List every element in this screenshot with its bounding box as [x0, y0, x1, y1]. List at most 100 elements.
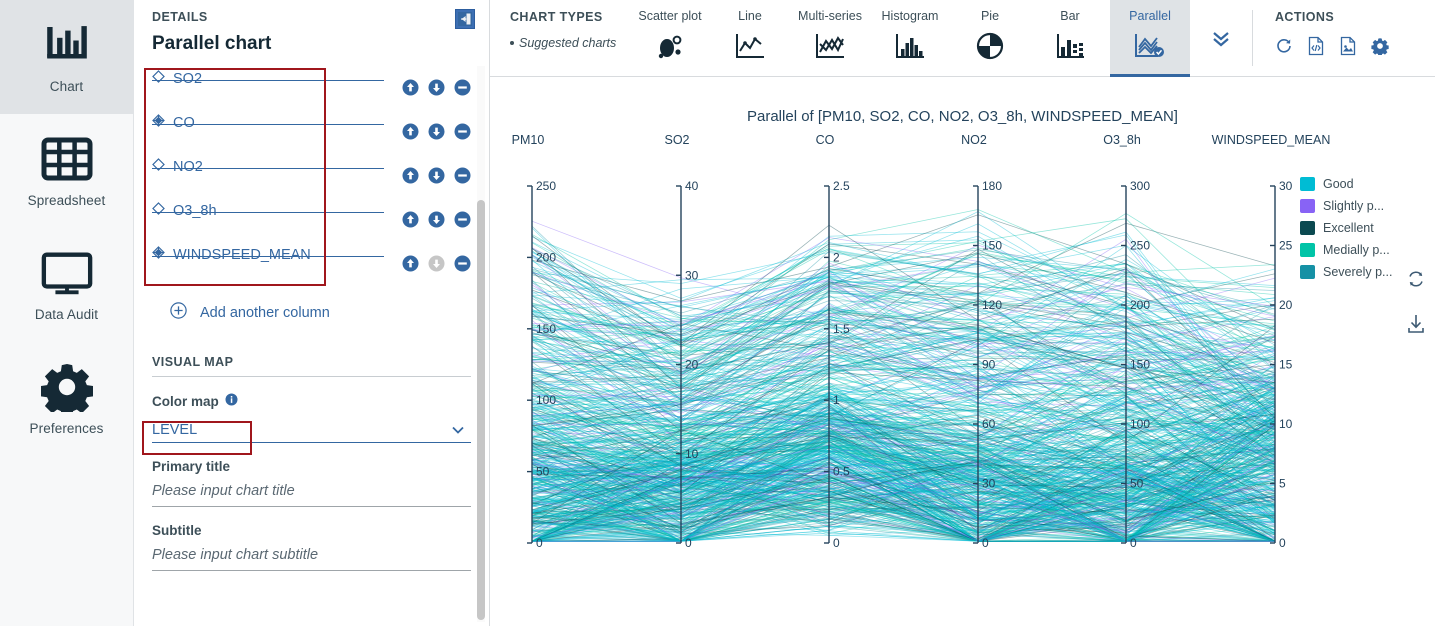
chart-type-label: Line	[738, 9, 762, 23]
field-underline	[152, 124, 384, 125]
remove-icon[interactable]	[454, 211, 471, 228]
move-up-icon[interactable]	[402, 123, 419, 140]
primary-title-input[interactable]	[152, 480, 471, 507]
data-line	[531, 223, 1276, 326]
diamond-filled-icon	[152, 246, 165, 264]
legend-item[interactable]: Medially p...	[1300, 243, 1390, 257]
parallel-coordinates-plot[interactable]: PM10050100150200250SO2010203040CO00.511.…	[490, 78, 1435, 626]
add-another-column-button[interactable]: Add another column	[170, 302, 471, 323]
column-name: NO2	[173, 159, 203, 175]
chart-type-line[interactable]: Line	[710, 0, 790, 76]
actions-icon-row	[1275, 36, 1435, 61]
chart-canvas[interactable]: Parallel of [PM10, SO2, CO, NO2, O3_8h, …	[490, 78, 1435, 626]
details-header: DETAILS Parallel chart	[134, 0, 489, 66]
reset-zoom-icon[interactable]	[1405, 268, 1427, 295]
axis-tick-label: 15	[1279, 358, 1293, 372]
image-export-icon[interactable]	[1339, 36, 1357, 61]
move-down-icon[interactable]	[428, 79, 445, 96]
axis-name-label: O3_8h	[1103, 133, 1141, 147]
primary-title-label: Primary title	[152, 459, 231, 474]
sidebar-item-chart[interactable]: Chart	[0, 0, 133, 114]
sidebar-item-data-audit[interactable]: Data Audit	[0, 228, 133, 342]
column-field[interactable]: WINDSPEED_MEAN	[152, 242, 384, 264]
axis-tick-label: 30	[1279, 179, 1293, 193]
sidebar-item-preferences[interactable]: Preferences	[0, 342, 133, 456]
axis-tick-label: 30	[685, 268, 699, 282]
move-up-icon[interactable]	[402, 79, 419, 96]
axis-name-label: PM10	[512, 133, 545, 147]
column-field[interactable]: SO2	[152, 66, 384, 88]
add-another-column-label: Add another column	[200, 304, 330, 321]
move-up-icon[interactable]	[402, 211, 419, 228]
color-map-label-row: Color map	[152, 393, 471, 409]
column-name: CO	[173, 115, 195, 131]
chart-type-list: Scatter plot Line Multi-series Histogram…	[630, 0, 1190, 77]
column-row-o3-8h: O3_8h	[152, 198, 471, 242]
column-field[interactable]: CO	[152, 110, 384, 132]
details-scrollbar-thumb[interactable]	[477, 200, 485, 620]
axis-tick-label: 50	[536, 465, 550, 479]
refresh-icon[interactable]	[1275, 37, 1293, 60]
legend-swatch	[1300, 177, 1315, 191]
legend-item[interactable]: Severely p...	[1300, 265, 1392, 279]
column-row-co: CO	[152, 110, 471, 154]
legend-item[interactable]: Slightly p...	[1300, 199, 1384, 213]
remove-icon[interactable]	[454, 123, 471, 140]
chart-type-pie[interactable]: Pie	[950, 0, 1030, 76]
code-export-icon[interactable]	[1307, 36, 1325, 61]
move-down-icon[interactable]	[428, 211, 445, 228]
move-up-icon[interactable]	[402, 167, 419, 184]
chevron-double-down-icon[interactable]	[1190, 0, 1252, 76]
column-name: SO2	[173, 71, 203, 87]
subtitle-input[interactable]	[152, 544, 471, 571]
details-kicker: DETAILS	[152, 10, 208, 24]
chart-types-label-block: CHART TYPES Suggested charts	[490, 0, 630, 76]
main-area: CHART TYPES Suggested charts Scatter plo…	[490, 0, 1435, 626]
column-field[interactable]: O3_8h	[152, 198, 384, 220]
diamond-outline-icon	[152, 70, 165, 88]
suggested-charts-label: Suggested charts	[519, 36, 617, 50]
axis-name-label: CO	[816, 133, 835, 147]
chart-type-multi-series[interactable]: Multi-series	[790, 0, 870, 76]
color-map-select[interactable]: LEVEL	[152, 417, 471, 443]
chart-type-parallel[interactable]: Parallel	[1110, 0, 1190, 77]
column-name: O3_8h	[173, 203, 217, 219]
bullet-dot-icon	[510, 41, 514, 45]
download-icon[interactable]	[1405, 313, 1427, 340]
app-root: Chart Spreadsheet Data Audit Preferences…	[0, 0, 1435, 626]
collapse-panel-icon[interactable]	[455, 9, 475, 29]
field-underline	[152, 212, 384, 213]
chart-type-bar[interactable]: Bar	[1030, 0, 1110, 76]
multi-series-icon	[814, 29, 846, 63]
axis-tick-label: 2	[833, 250, 840, 264]
sidebar-item-label: Data Audit	[34, 307, 99, 322]
legend-item[interactable]: Excellent	[1300, 221, 1374, 235]
field-underline	[152, 80, 384, 81]
column-row-no2: NO2	[152, 154, 471, 198]
remove-icon[interactable]	[454, 167, 471, 184]
chart-type-label: Histogram	[881, 9, 939, 23]
grid-icon	[40, 134, 94, 184]
move-up-icon[interactable]	[402, 255, 419, 272]
legend-item[interactable]: Good	[1300, 177, 1354, 191]
move-down-icon[interactable]	[428, 123, 445, 140]
settings-gear-icon[interactable]	[1371, 37, 1389, 60]
legend-label: Severely p...	[1323, 265, 1392, 279]
remove-icon[interactable]	[454, 79, 471, 96]
parallel-chart-icon	[1132, 29, 1168, 63]
legend-swatch	[1300, 199, 1315, 213]
axis-tick-label: 150	[536, 322, 556, 336]
move-down-icon[interactable]	[428, 167, 445, 184]
info-icon[interactable]	[225, 393, 238, 409]
column-field[interactable]: NO2	[152, 154, 384, 176]
axis-tick-label: 0	[1130, 536, 1137, 550]
sidebar-item-label: Chart	[49, 79, 84, 94]
axis-tick-label: 90	[982, 358, 996, 372]
chart-type-scatter-plot[interactable]: Scatter plot	[630, 0, 710, 76]
axis-tick-label: 0	[536, 536, 543, 550]
axis-tick-label: 100	[536, 393, 556, 407]
chart-type-histogram[interactable]: Histogram	[870, 0, 950, 76]
column-row-windspeed-mean: WINDSPEED_MEAN	[152, 242, 471, 286]
sidebar-item-spreadsheet[interactable]: Spreadsheet	[0, 114, 133, 228]
remove-icon[interactable]	[454, 255, 471, 272]
